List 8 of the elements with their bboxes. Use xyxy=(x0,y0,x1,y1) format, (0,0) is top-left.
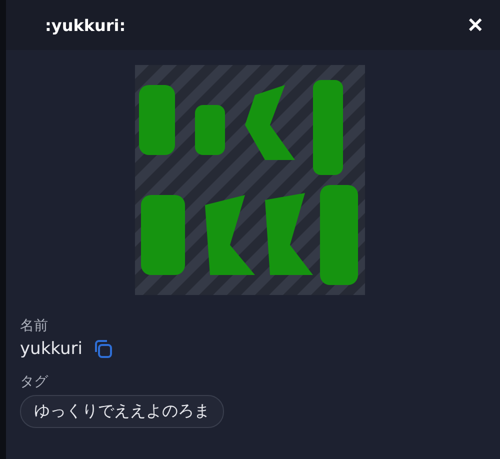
copy-button[interactable] xyxy=(92,339,112,359)
field-label: タグ xyxy=(20,373,48,391)
dialog-title: :yukkuri: xyxy=(45,16,126,34)
name-value: yukkuri xyxy=(20,339,82,359)
copy-icon xyxy=(92,339,112,359)
tag-chip: ゆっくりでええよのろま xyxy=(20,395,224,428)
close-button[interactable]: ✕ xyxy=(461,10,490,40)
field-label: 名前 xyxy=(20,317,48,335)
